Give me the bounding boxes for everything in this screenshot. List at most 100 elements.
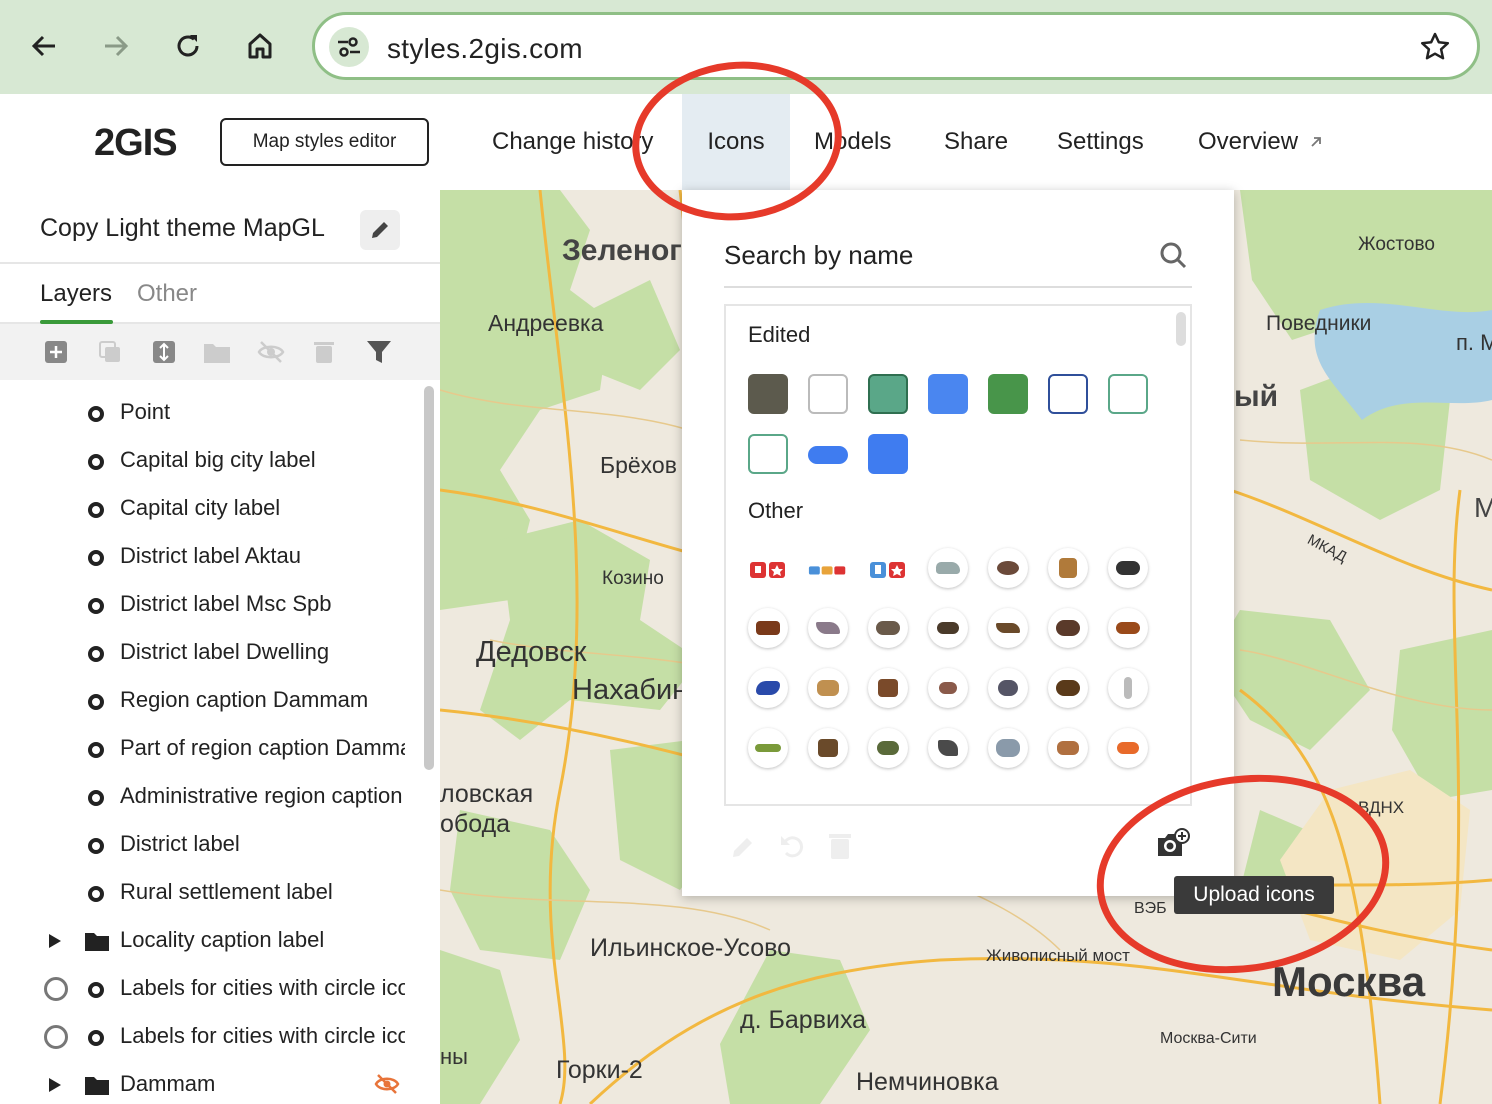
icons-panel: Search by name Edited Other [682,190,1234,896]
bird-icon[interactable] [748,668,788,708]
folder-icon[interactable] [203,338,231,366]
layer-item[interactable]: District label Dwelling [0,629,420,677]
bull-icon[interactable] [748,608,788,648]
edited-icon-swatch[interactable] [748,374,788,414]
tab-change-history[interactable]: Change history [492,94,653,190]
layer-item[interactable]: Labels for cities with circle icon [0,1013,420,1061]
edited-icon-swatch[interactable] [808,374,848,414]
reload-button[interactable] [168,26,208,66]
layer-item[interactable]: District label Msc Spb [0,581,420,629]
edited-icon-swatch[interactable] [928,374,968,414]
layer-item[interactable]: Rural settlement label [0,869,420,917]
tab-icons[interactable]: Icons [682,94,790,190]
boar-icon[interactable] [868,608,908,648]
url-text[interactable]: styles.2gis.com [387,33,583,65]
icons-grid-scrollbar[interactable] [1176,312,1186,346]
dog-icon[interactable] [1048,728,1088,768]
bison-icon[interactable] [1048,608,1088,648]
subtab-layers[interactable]: Layers [40,280,112,308]
edit-icon-pencil-icon[interactable] [730,834,756,860]
undo-icon[interactable] [778,832,806,860]
map-styles-editor-button[interactable]: Map styles editor [220,118,429,166]
clownfish-icon[interactable] [1108,728,1148,768]
copy-layer-icon[interactable] [96,338,124,366]
expand-triangle-icon[interactable] [48,1077,62,1093]
map-label: д. Барвиха [740,1006,867,1034]
filter-icon[interactable] [365,338,393,366]
bookmark-star-icon[interactable] [1419,31,1451,68]
subtab-other[interactable]: Other [137,280,197,308]
eagle-icon[interactable] [988,608,1028,648]
map-label: ВЭБ [1134,900,1167,917]
layer-group[interactable]: Dammam [0,1061,420,1104]
icons-grid[interactable]: Edited Other [724,304,1192,806]
layer-item[interactable]: Labels for cities with circle icon [0,965,420,1013]
logo-2gis[interactable]: 2GIS [94,122,178,165]
rodent-icon[interactable] [928,668,968,708]
tab-overview[interactable]: Overview [1198,94,1324,190]
edited-icon-swatch[interactable] [868,374,908,414]
elephant-icon[interactable] [988,728,1028,768]
edited-icon-swatch[interactable] [808,446,848,464]
move-layer-icon[interactable] [150,338,178,366]
crane-icon[interactable] [1108,668,1148,708]
tab-models[interactable]: Models [814,94,891,190]
home-button[interactable] [240,26,280,66]
tab-settings[interactable]: Settings [1057,94,1144,190]
tab-overview-label: Overview [1198,128,1299,155]
train-icon[interactable] [868,550,908,590]
edited-icon-swatch[interactable] [868,434,908,474]
edited-icon-swatch[interactable] [1108,374,1148,414]
sidebar-scrollbar[interactable] [424,386,434,770]
wolf-icon[interactable] [928,548,968,588]
hide-layer-icon[interactable] [257,338,285,366]
hawk-icon[interactable] [928,728,968,768]
site-settings-icon[interactable] [329,27,369,67]
bear-icon[interactable] [1108,548,1148,588]
layer-item[interactable]: Part of region caption Dammam [0,725,420,773]
delete-layer-icon[interactable] [310,338,338,366]
layer-item[interactable]: District label Aktau [0,533,420,581]
ostrich-icon[interactable] [988,668,1028,708]
goat-icon[interactable] [868,668,908,708]
add-layer-icon[interactable] [42,338,70,366]
delete-icon[interactable] [828,832,852,860]
edited-icon-swatch[interactable] [748,434,788,474]
duck-icon[interactable] [868,728,908,768]
layer-item[interactable]: District label [0,821,420,869]
tab-share[interactable]: Share [944,94,1008,190]
visibility-ring-icon[interactable] [44,977,68,1001]
point-layer-icon [88,742,104,758]
buffalo-icon[interactable] [1048,668,1088,708]
layer-item[interactable]: Region caption Dammam [0,677,420,725]
metro-icon[interactable] [748,550,788,590]
layer-group[interactable]: Locality caption label [0,917,420,965]
edited-icon-swatch[interactable] [1048,374,1088,414]
fox-icon[interactable] [1108,608,1148,648]
beaver-icon[interactable] [928,608,968,648]
layer-item[interactable]: Administrative region caption [0,773,420,821]
visibility-ring-icon[interactable] [44,1025,68,1049]
layer-item[interactable]: Point [0,389,420,437]
transit-icon[interactable] [808,550,848,590]
mole-icon[interactable] [988,548,1028,588]
icon-search-input[interactable]: Search by name [724,240,913,271]
upload-icons-button[interactable] [1156,828,1190,858]
layer-item[interactable]: Capital city label [0,485,420,533]
edited-icon-swatch[interactable] [988,374,1028,414]
forward-button[interactable] [96,26,136,66]
hidden-eye-icon[interactable] [374,1073,400,1095]
elk-icon[interactable] [808,728,848,768]
address-bar[interactable]: styles.2gis.com [312,12,1480,80]
back-button[interactable] [24,26,64,66]
style-title: Copy Light theme MapGL [40,214,325,242]
layer-item[interactable]: Capital big city label [0,437,420,485]
camel-icon[interactable] [808,668,848,708]
crocodile-icon[interactable] [748,728,788,768]
expand-triangle-icon[interactable] [48,933,62,949]
bat-icon[interactable] [808,608,848,648]
pencil-icon [372,222,388,238]
search-icon[interactable] [1158,240,1188,270]
rename-style-button[interactable] [360,210,400,250]
deer-icon[interactable] [1048,548,1088,588]
